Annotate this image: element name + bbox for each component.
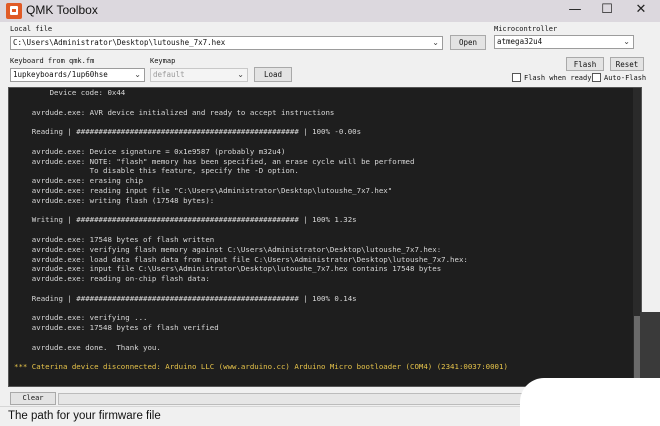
close-button[interactable]: ✕ [626, 0, 656, 22]
maximize-button[interactable]: ☐ [592, 0, 622, 22]
auto-flash-toggle[interactable]: Auto-Flash [592, 73, 646, 82]
window-title: QMK Toolbox [26, 3, 98, 17]
status-text: The path for your firmware file [8, 410, 161, 422]
keymap-label: Keymap [150, 57, 176, 65]
local-file-input[interactable]: C:\Users\Administrator\Desktop\lutoushe_… [10, 36, 443, 50]
load-button[interactable]: Load [254, 67, 292, 82]
title-bar: QMK Toolbox — ☐ ✕ [0, 0, 660, 22]
console-line: avrdude.exe done. Thank you. [14, 342, 161, 352]
console-line: Device code: 0x44 [14, 88, 126, 97]
microcontroller-label: Microcontroller [494, 25, 558, 33]
console-line: avrdude.exe: input file C:\Users\Adminis… [14, 264, 442, 274]
console-line: avrdude.exe: verifying ... [14, 313, 148, 323]
console-line: avrdude.exe: reading input file "C:\User… [14, 185, 393, 195]
console-line: Reading | ##############################… [14, 127, 362, 137]
flash-when-ready-label: Flash when ready [524, 73, 592, 82]
console-line: avrdude.exe: 17548 bytes of flash writte… [14, 234, 215, 244]
reset-button[interactable]: Reset [610, 57, 644, 71]
console-line: avrdude.exe: load data flash data from i… [14, 254, 468, 264]
console-status-line: *** Caterina device disconnected: Arduin… [14, 362, 508, 372]
chevron-down-icon[interactable]: ⌄ [623, 36, 630, 48]
console-line: avrdude.exe: reading on-chip flash data: [14, 274, 210, 284]
auto-flash-checkbox[interactable] [592, 73, 601, 82]
qmk-app-icon [6, 3, 22, 19]
microcontroller-value: atmega32u4 [497, 37, 543, 46]
chevron-down-icon[interactable]: ⌄ [237, 69, 244, 81]
chevron-down-icon[interactable]: ⌄ [134, 69, 141, 81]
console-line: avrdude.exe: 17548 bytes of flash verifi… [14, 323, 219, 333]
console-text: Device code: 0x44 avrdude.exe: AVR devic… [14, 88, 508, 372]
qmk-toolbox-window: QMK Toolbox — ☐ ✕ Local file C:\Users\Ad… [0, 0, 660, 426]
console-line: Writing | ##############################… [14, 215, 357, 225]
minimize-button[interactable]: — [560, 0, 590, 22]
console-line: avrdude.exe: writing flash (17548 bytes)… [14, 195, 215, 205]
chevron-down-icon[interactable]: ⌄ [432, 37, 439, 49]
flash-when-ready-checkbox[interactable] [512, 73, 521, 82]
overlay-shape [520, 378, 660, 426]
auto-flash-label: Auto-Flash [604, 73, 647, 82]
local-file-label: Local file [10, 25, 53, 33]
console-line: Reading | ##############################… [14, 293, 357, 303]
keyboard-select[interactable]: 1upkeyboards/1up60hse ⌄ [10, 68, 145, 82]
keyboard-value: 1upkeyboards/1up60hse [13, 70, 108, 79]
local-file-value: C:\Users\Administrator\Desktop\lutoushe_… [13, 38, 226, 47]
console-line: avrdude.exe: erasing chip [14, 176, 144, 186]
open-button[interactable]: Open [450, 35, 486, 50]
flash-button[interactable]: Flash [566, 57, 604, 71]
console-line: avrdude.exe: Device signature = 0x1e9587… [14, 146, 286, 156]
flash-when-ready-toggle[interactable]: Flash when ready [512, 73, 591, 82]
clear-eeprom-button[interactable]: Clear EEPROM [10, 392, 56, 413]
console-output[interactable]: Device code: 0x44 avrdude.exe: AVR devic… [8, 87, 642, 387]
keyboard-label: Keyboard from qmk.fm [10, 57, 95, 65]
keymap-select[interactable]: default ⌄ [150, 68, 248, 82]
console-line: avrdude.exe: NOTE: "flash" memory has be… [14, 156, 415, 166]
console-line: To disable this feature, specify the -D … [14, 166, 299, 176]
microcontroller-select[interactable]: atmega32u4 ⌄ [494, 35, 634, 49]
console-line: avrdude.exe: AVR device initialized and … [14, 107, 335, 117]
console-line: avrdude.exe: verifying flash memory agai… [14, 244, 442, 254]
keymap-value: default [153, 70, 185, 79]
